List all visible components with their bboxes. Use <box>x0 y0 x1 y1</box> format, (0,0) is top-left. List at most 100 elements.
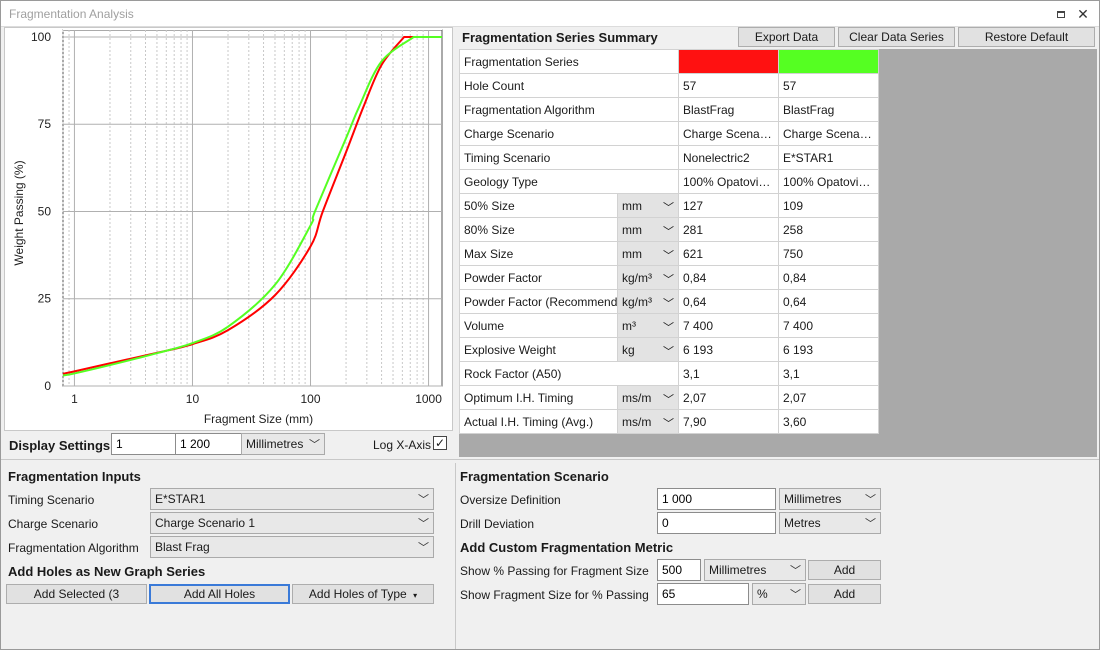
y-tick-label: 25 <box>38 292 52 306</box>
oversize-unit-select[interactable]: Millimetres ﹀ <box>779 488 881 510</box>
drill-deviation-unit-select[interactable]: Metres ﹀ <box>779 512 881 534</box>
add-selected-button[interactable]: Add Selected (3 <box>6 584 147 604</box>
section-divider <box>1 459 1099 462</box>
chevron-down-icon: ﹀ <box>663 418 674 430</box>
summary-value: 109 <box>778 193 879 218</box>
summary-row: Volume m³ ﹀ 7 400 7 400 <box>459 313 879 338</box>
summary-unit-value: m³ <box>622 318 636 333</box>
summary-unit-select[interactable]: m³ ﹀ <box>617 313 679 338</box>
summary-value: BlastFrag <box>678 97 779 122</box>
summary-row: 50% Size mm ﹀ 127 109 <box>459 193 879 218</box>
add-passing-metric-button[interactable]: Add <box>808 560 881 580</box>
summary-row: Rock Factor (A50) 3,1 3,1 <box>459 361 879 386</box>
summary-row-label: Hole Count <box>459 73 679 98</box>
summary-row: Hole Count 57 57 <box>459 73 879 98</box>
summary-value: 3,60 <box>778 409 879 434</box>
summary-row: Max Size mm ﹀ 621 750 <box>459 241 879 266</box>
dropdown-arrow-icon: ▾ <box>413 591 418 600</box>
fragment-size-unit-select[interactable]: Millimetres ﹀ <box>704 559 806 581</box>
x-axis-label: Fragment Size (mm) <box>204 412 313 426</box>
summary-value: 0,84 <box>778 265 879 290</box>
restore-window-icon[interactable] <box>1053 6 1069 22</box>
summary-unit-select[interactable]: ms/m ﹀ <box>617 409 679 434</box>
clear-data-series-button[interactable]: Clear Data Series <box>838 27 955 47</box>
summary-value: 100% Opatovi… <box>778 169 879 194</box>
y-tick-label: 50 <box>38 204 52 218</box>
summary-value: 100% Opatovi… <box>678 169 779 194</box>
summary-unit-value: kg/m³ <box>622 270 652 285</box>
fragmentation-algorithm-select[interactable]: Blast Frag ﹀ <box>150 536 434 558</box>
display-settings-row: Display Settings Millimetres ﹀ Log X-Axi… <box>4 431 453 457</box>
add-holes-of-type-label: Add Holes of Type <box>308 587 407 601</box>
drill-deviation-input[interactable] <box>657 512 776 534</box>
x-tick-label: 1 <box>71 392 78 406</box>
summary-unit-select[interactable]: mm ﹀ <box>617 241 679 266</box>
chart-svg: 1 10 100 1000 0 25 50 75 100 Fragment Size (mm) We… <box>12 28 443 426</box>
summary-value: 7 400 <box>678 313 779 338</box>
summary-value: 2,07 <box>778 385 879 410</box>
summary-row-label: Powder Factor <box>459 265 618 290</box>
timing-scenario-select[interactable]: E*STAR1 ﹀ <box>150 488 434 510</box>
summary-title: Fragmentation Series Summary <box>462 30 658 45</box>
vertical-splitter[interactable] <box>455 463 457 649</box>
percent-passing-input[interactable] <box>657 583 749 605</box>
add-holes-title: Add Holes as New Graph Series <box>8 564 206 579</box>
summary-unit-select[interactable]: kg/m³ ﹀ <box>617 265 679 290</box>
add-size-metric-button[interactable]: Add <box>808 584 881 604</box>
summary-value: Nonelectric2 <box>678 145 779 170</box>
summary-unit-select[interactable]: ms/m ﹀ <box>617 385 679 410</box>
fragmentation-series-summary: Fragmentation Series Summary Export Data… <box>459 27 1097 457</box>
y-tick-label: 75 <box>38 117 52 131</box>
summary-unit-select[interactable]: mm ﹀ <box>617 193 679 218</box>
charge-scenario-select[interactable]: Charge Scenario 1 ﹀ <box>150 512 434 534</box>
fragmentation-algorithm-value: Blast Frag <box>155 540 210 554</box>
x-tick-label: 100 <box>300 392 320 406</box>
summary-row-label: Rock Factor (A50) <box>459 361 679 386</box>
summary-value: 0,64 <box>778 289 879 314</box>
export-data-button[interactable]: Export Data <box>738 27 835 47</box>
chevron-down-icon: ﹀ <box>790 565 801 577</box>
drill-deviation-unit-value: Metres <box>784 516 821 530</box>
plot-area <box>62 29 443 387</box>
summary-unit-value: mm <box>622 246 642 261</box>
window-title: Fragmentation Analysis <box>9 7 134 21</box>
add-holes-of-type-button[interactable]: Add Holes of Type ▾ <box>292 584 434 604</box>
fragmentation-scenario-title: Fragmentation Scenario <box>460 469 609 484</box>
oversize-unit-value: Millimetres <box>784 492 842 506</box>
summary-value: 750 <box>778 241 879 266</box>
summary-unit-value: kg <box>622 342 635 357</box>
fragment-size-input[interactable] <box>657 559 701 581</box>
summary-value: 0,84 <box>678 265 779 290</box>
summary-value: 6 193 <box>778 337 879 362</box>
summary-unit-value: ms/m <box>622 414 652 429</box>
summary-row-label: Optimum I.H. Timing <box>459 385 618 410</box>
y-tick-label: 100 <box>31 30 51 44</box>
passing-for-size-label: Show % Passing for Fragment Size <box>460 564 649 578</box>
summary-value: E*STAR1 <box>778 145 879 170</box>
summary-table: Fragmentation Series Hole Count 57 57 Fragme… <box>459 49 879 434</box>
summary-value: 57 <box>778 73 879 98</box>
x-tick-label: 10 <box>186 392 200 406</box>
summary-unit-select[interactable]: mm ﹀ <box>617 217 679 242</box>
oversize-definition-input[interactable] <box>657 488 776 510</box>
series-color-swatch <box>678 49 779 74</box>
chevron-down-icon: ﹀ <box>663 322 674 334</box>
summary-unit-select[interactable]: kg/m³ ﹀ <box>617 289 679 314</box>
summary-row: Optimum I.H. Timing ms/m ﹀ 2,07 2,07 <box>459 385 879 410</box>
log-x-axis-checkbox[interactable]: ✓ <box>433 436 447 450</box>
close-window-icon[interactable]: ✕ <box>1075 6 1091 22</box>
summary-row: Fragmentation Algorithm BlastFrag BlastFra… <box>459 97 879 122</box>
add-all-holes-button[interactable]: Add All Holes <box>149 584 290 604</box>
oversize-definition-label: Oversize Definition <box>460 493 561 507</box>
chevron-down-icon: ﹀ <box>663 226 674 238</box>
percent-unit-select[interactable]: % ﹀ <box>752 583 806 605</box>
restore-default-button[interactable]: Restore Default <box>958 27 1095 47</box>
axis-max-input[interactable] <box>175 433 243 455</box>
summary-unit-select[interactable]: kg ﹀ <box>617 337 679 362</box>
drill-deviation-label: Drill Deviation <box>460 517 535 531</box>
axis-units-select[interactable]: Millimetres ﹀ <box>241 433 325 455</box>
chevron-down-icon: ﹀ <box>790 589 801 601</box>
axis-min-input[interactable] <box>111 433 177 455</box>
summary-value: Charge Scena… <box>678 121 779 146</box>
summary-row: Timing Scenario Nonelectric2 E*STAR1 <box>459 145 879 170</box>
